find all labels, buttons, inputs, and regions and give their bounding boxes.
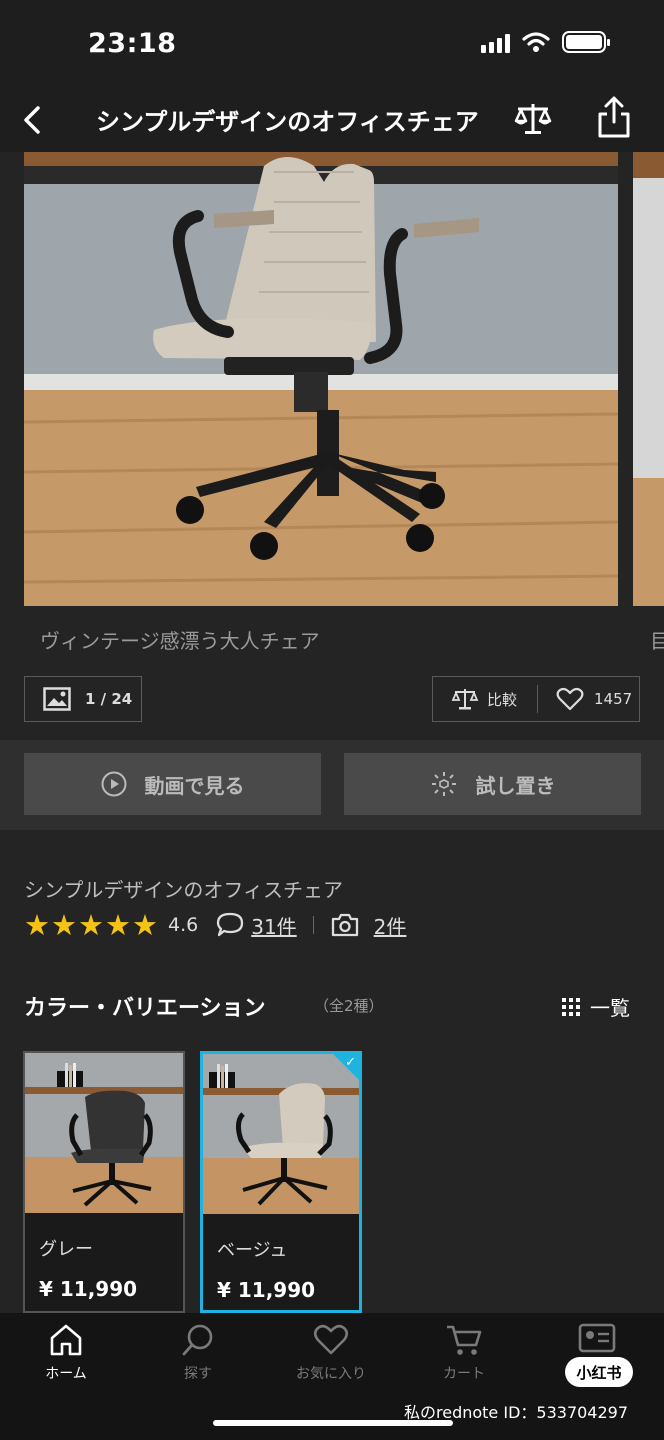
photo-caption: ヴィンテージ感漂う大人チェア [40,629,320,653]
try-placement-button[interactable]: 試し置き [344,753,641,815]
star-icon: ★ [105,907,131,942]
next-product-photo[interactable] [633,152,664,606]
compare-favorite-box: 比較 1457 [432,676,640,722]
tab-cart[interactable]: カート [419,1323,509,1383]
try-placement-label: 試し置き [475,773,556,798]
variant-price: ¥ 11,990 [217,1278,316,1302]
favorite-count: 1457 [594,690,633,708]
tab-home[interactable]: ホーム [21,1323,111,1383]
compare-scale-icon [451,689,479,710]
battery-icon [562,31,610,53]
member-card-icon [578,1323,616,1353]
wifi-icon [522,32,550,52]
list-view-button[interactable]: 一覧 [562,992,630,1021]
variant-price: ¥ 11,990 [39,1277,138,1301]
compare-scale-icon[interactable] [512,98,554,140]
grid-icon [562,997,580,1016]
tab-cart-label: カート [443,1366,485,1382]
rednote-badge: 小红书 [565,1357,633,1387]
favorite-button[interactable]: 1457 [538,687,632,711]
home-indicator[interactable] [213,1420,453,1426]
status-icons [481,31,610,53]
home-icon [50,1324,82,1356]
star-rating: ★ ★ ★ ★ ★ [24,907,158,942]
signal-icon [481,31,510,53]
list-view-label: 一覧 [590,996,630,1020]
star-icon: ★ [51,907,77,942]
tab-home-label: ホーム [45,1366,87,1382]
product-gallery[interactable]: ヴィンテージ感漂う大人チェア 目 1 / 24 比較 1457 [0,152,664,740]
variant-name: ベージュ [217,1240,288,1261]
tab-mypage[interactable] [552,1323,642,1353]
product-name: シンプルデザインのオフィスチェア [24,878,343,902]
tab-search-label: 探す [184,1366,212,1382]
status-time: 23:18 [88,28,177,59]
image-counter[interactable]: 1 / 24 [24,676,142,722]
page-title: シンプルデザインのオフィスチェア [96,108,479,136]
image-counter-text: 1 / 24 [85,690,133,708]
bottom-tab-bar: ホーム 探す お気に入り カート 小红书 私のrednote ID：533704… [0,1313,664,1440]
tab-favorites[interactable]: お気に入り [286,1323,376,1383]
variant-card-beige[interactable]: ✓ ベージュ ¥ 11,990 [200,1051,362,1313]
next-photo-caption: 目 [650,629,664,653]
back-icon[interactable] [14,100,50,140]
watch-video-label: 動画で見る [144,773,245,798]
share-icon[interactable] [594,94,634,142]
status-bar: 23:18 [0,0,664,90]
divider [312,916,314,934]
rating-value: 4.6 [168,914,199,936]
image-icon [43,687,71,711]
tab-search[interactable]: 探す [153,1323,243,1383]
checkmark-icon: ✓ [345,1055,356,1070]
ar-cube-icon [431,772,456,796]
variant-name: グレー [39,1239,93,1260]
heart-icon [556,687,584,711]
star-icon: ★ [24,907,50,942]
media-buttons: 動画で見る 試し置き [0,740,664,830]
review-count-link[interactable]: 31件 [251,911,296,940]
cart-icon [447,1325,482,1355]
photo-review-link[interactable]: 2件 [374,911,407,940]
color-variation-count: （全2種） [314,997,384,1015]
star-icon: ★ [78,907,104,942]
watch-video-button[interactable]: 動画で見る [24,753,321,815]
compare-label: 比較 [487,690,518,709]
tab-favorites-label: お気に入り [296,1366,366,1382]
comment-icon [217,912,244,937]
camera-icon [331,913,358,937]
product-photo[interactable] [24,152,618,606]
search-icon [182,1324,213,1356]
rating-row: ★ ★ ★ ★ ★ 4.6 31件 2件 [24,908,406,942]
nav-bar: シンプルデザインのオフィスチェア [0,90,664,152]
heart-icon [313,1324,349,1355]
variant-thumbnail [25,1053,183,1213]
compare-button[interactable]: 比較 [433,686,537,712]
color-variation-title: カラー・バリエーション [24,996,266,1021]
play-icon [101,771,126,797]
variant-card-gray[interactable]: グレー ¥ 11,990 [23,1051,185,1313]
star-icon: ★ [132,907,158,942]
